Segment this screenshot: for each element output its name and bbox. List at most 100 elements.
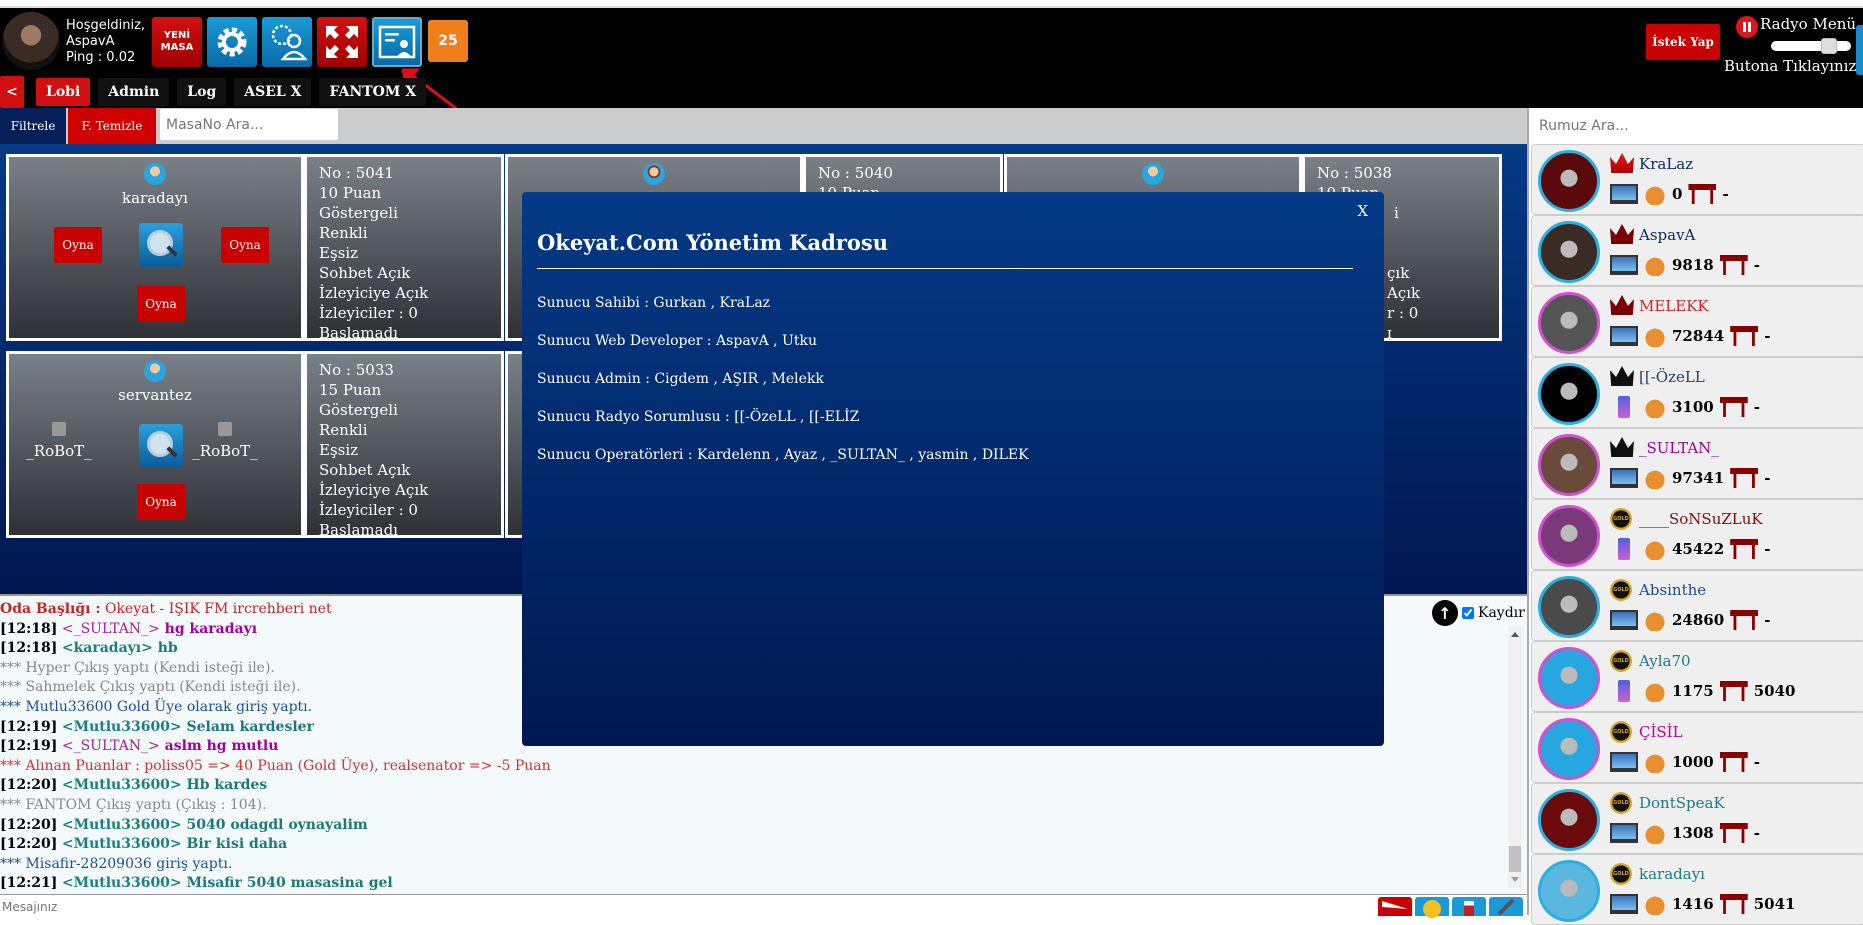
user-avatar[interactable] bbox=[1538, 505, 1600, 567]
chat-nick[interactable]: <_SULTAN_> bbox=[62, 621, 160, 637]
tab-admin[interactable]: Admin bbox=[98, 78, 170, 106]
chat-scrollbar[interactable] bbox=[1508, 626, 1522, 888]
staff-list-button[interactable] bbox=[372, 17, 422, 67]
user-list-item[interactable]: AspavA 9818 - bbox=[1531, 215, 1863, 286]
radio-panel-edge[interactable] bbox=[1856, 25, 1863, 75]
tab-asel[interactable]: ASEL X bbox=[234, 78, 312, 106]
scroll-thumb[interactable] bbox=[1509, 846, 1521, 872]
user-nickname[interactable]: _SULTAN_ bbox=[1639, 439, 1719, 457]
user-list-item[interactable]: GOLD Ayla70 1175 5040 bbox=[1531, 641, 1863, 712]
tab-lobi[interactable]: Lobi bbox=[36, 78, 91, 106]
user-avatar[interactable] bbox=[1538, 718, 1600, 780]
user-nickname[interactable]: DontSpeaK bbox=[1639, 794, 1725, 812]
user-list-item[interactable]: GOLD karadayı 1416 5041 bbox=[1531, 854, 1863, 925]
message-input[interactable] bbox=[0, 897, 1378, 916]
user-avatar[interactable] bbox=[1538, 363, 1600, 425]
user-list-item[interactable]: GOLD ____SoNSuZLuK 45422 - bbox=[1531, 499, 1863, 570]
user-nickname[interactable]: Absinthe bbox=[1639, 581, 1706, 599]
radio-volume-knob[interactable] bbox=[1821, 38, 1837, 54]
user-stats: 1308 - bbox=[1610, 822, 1760, 844]
user-nickname[interactable]: Ayla70 bbox=[1639, 652, 1691, 670]
play-seat-button[interactable]: Oyna bbox=[221, 227, 269, 263]
emoji-button[interactable] bbox=[1415, 897, 1449, 918]
scroll-up-arrow[interactable] bbox=[1511, 632, 1519, 637]
table-status: Başlamadı bbox=[319, 324, 398, 341]
chat-nick[interactable]: <Mutlu33600> bbox=[62, 719, 182, 735]
table-number-search[interactable] bbox=[160, 109, 338, 140]
radio-volume-slider[interactable] bbox=[1771, 38, 1851, 54]
user-avatar[interactable] bbox=[1538, 860, 1600, 922]
user-table: - bbox=[1753, 753, 1760, 771]
user-points: 9818 bbox=[1672, 256, 1714, 274]
user-nickname[interactable]: AspavA bbox=[1639, 226, 1695, 244]
fullscreen-button[interactable] bbox=[317, 17, 367, 67]
robot-icon bbox=[218, 422, 232, 436]
table-watchers: İzleyiciler : 0 bbox=[319, 304, 418, 322]
user-avatar[interactable] bbox=[1538, 647, 1600, 709]
play-seat-button[interactable]: Oyna bbox=[54, 227, 102, 263]
filter-button[interactable]: Filtrele bbox=[0, 108, 66, 144]
autoscroll-checkbox[interactable] bbox=[1462, 607, 1474, 619]
user-table: - bbox=[1764, 469, 1771, 487]
tab-back[interactable]: < bbox=[0, 76, 24, 108]
desktop-icon bbox=[1610, 255, 1638, 275]
play-seat-button[interactable]: Oyna bbox=[137, 484, 185, 520]
tab-fantom[interactable]: FANTOM X bbox=[319, 78, 427, 106]
room-title: Okeyat - IŞIK FM ircrehberi net bbox=[100, 601, 332, 617]
radio-pause-button[interactable] bbox=[1736, 16, 1758, 38]
user-points: 1308 bbox=[1672, 824, 1714, 842]
user-nickname[interactable]: KraLaz bbox=[1639, 155, 1693, 173]
modal-close-button[interactable]: X bbox=[1357, 202, 1368, 220]
user-nickname[interactable]: MELEKK bbox=[1639, 297, 1709, 315]
new-table-button[interactable]: YENİ MASA bbox=[152, 17, 202, 67]
chat-nick[interactable]: <Mutlu33600> bbox=[62, 817, 182, 833]
chat-nick[interactable]: <Mutlu33600> bbox=[62, 875, 182, 891]
user-list-item[interactable]: GOLD Absinthe 24860 - bbox=[1531, 570, 1863, 641]
crown-icon bbox=[1610, 366, 1634, 386]
user-settings-button[interactable] bbox=[262, 17, 312, 67]
radio-menu-title[interactable]: Radyo Menü bbox=[1760, 15, 1856, 33]
user-avatar[interactable] bbox=[1538, 576, 1600, 638]
user-avatar[interactable] bbox=[1538, 150, 1600, 212]
user-list-item[interactable]: _SULTAN_ 97341 - bbox=[1531, 428, 1863, 499]
song-request-button[interactable]: İstek Yap bbox=[1646, 24, 1720, 60]
send-button[interactable] bbox=[1378, 897, 1412, 916]
online-count-badge[interactable]: 25 bbox=[428, 20, 468, 62]
scroll-up-icon[interactable]: ↑ bbox=[1432, 600, 1458, 626]
scroll-down-arrow[interactable] bbox=[1511, 877, 1519, 882]
user-nickname[interactable]: karadayı bbox=[1639, 865, 1705, 883]
settings-button[interactable] bbox=[207, 17, 257, 67]
room-title-line: Oda Başlığı : Okeyat - IŞIK FM ircrehber… bbox=[0, 600, 551, 620]
user-list-item[interactable]: GOLD DontSpeaK 1308 - bbox=[1531, 783, 1863, 854]
user-avatar[interactable] bbox=[1538, 221, 1600, 283]
user-avatar[interactable] bbox=[1538, 789, 1600, 851]
gold-member-icon: GOLD bbox=[1610, 508, 1632, 530]
user-list-item[interactable]: GOLD ÇİSİL 1000 - bbox=[1531, 712, 1863, 783]
mobile-icon bbox=[1618, 680, 1630, 702]
chat-line: *** Hyper Çıkış yaptı (Kendi isteği ile)… bbox=[0, 659, 275, 676]
tea-button[interactable] bbox=[1452, 897, 1486, 916]
user-list-item[interactable]: MELEKK 72844 - bbox=[1531, 286, 1863, 357]
user-list-item[interactable]: [[-ÖzeLL 3100 - bbox=[1531, 357, 1863, 428]
watch-table-button[interactable] bbox=[139, 223, 183, 267]
paint-button[interactable] bbox=[1489, 897, 1523, 916]
user-nickname[interactable]: ÇİSİL bbox=[1639, 723, 1683, 741]
robot-name: _RoBoT_ bbox=[192, 442, 258, 460]
chat-nick[interactable]: <Mutlu33600> bbox=[62, 777, 182, 793]
my-avatar[interactable] bbox=[2, 12, 60, 70]
nickname-search[interactable] bbox=[1533, 111, 1863, 141]
user-list-item[interactable]: KraLaz 0- bbox=[1531, 144, 1863, 215]
user-nickname[interactable]: ____SoNSuZLuK bbox=[1639, 510, 1763, 528]
tab-log[interactable]: Log bbox=[177, 78, 227, 106]
user-nickname[interactable]: [[-ÖzeLL bbox=[1639, 368, 1705, 386]
chat-nick[interactable]: <Mutlu33600> bbox=[62, 836, 182, 852]
chat-nick[interactable]: <_SULTAN_> bbox=[62, 738, 160, 754]
ping-text: Ping : 0.02 bbox=[66, 50, 136, 65]
clear-filter-button[interactable]: F. Temizle bbox=[68, 108, 156, 144]
chat-nick[interactable]: <karadayı> bbox=[62, 640, 153, 656]
play-seat-button[interactable]: Oyna bbox=[137, 286, 185, 322]
user-avatar[interactable] bbox=[1538, 434, 1600, 496]
user-avatar[interactable] bbox=[1538, 292, 1600, 354]
money-bag-icon bbox=[1644, 609, 1666, 631]
chat-message: aslm hg mutlu bbox=[159, 738, 279, 755]
